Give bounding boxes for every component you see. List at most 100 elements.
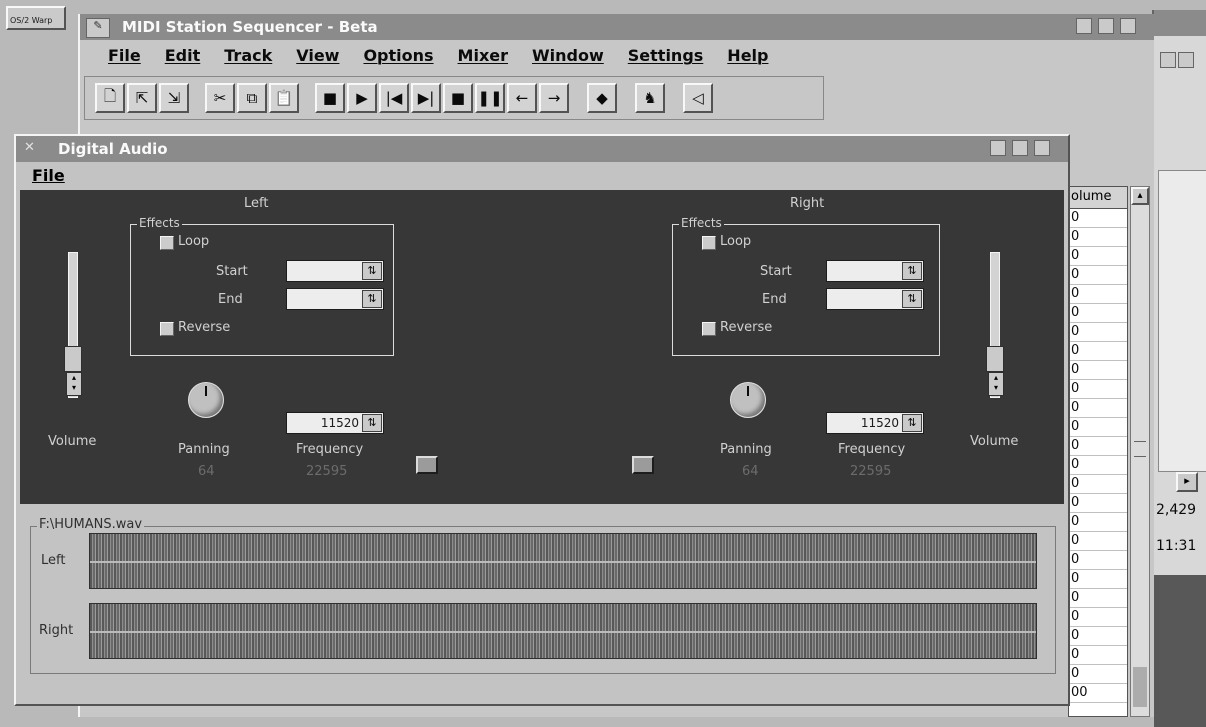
- left-end-spin-icon[interactable]: ⇅: [362, 290, 382, 308]
- open-file-icon[interactable]: ⇱: [127, 83, 157, 113]
- menu-track[interactable]: Track: [224, 46, 272, 65]
- menu-settings[interactable]: Settings: [628, 46, 704, 65]
- track-volume-cell[interactable]: 0: [1069, 285, 1127, 304]
- track-volume-cell[interactable]: 0: [1069, 551, 1127, 570]
- restore-icon[interactable]: [1098, 18, 1114, 34]
- rewind-icon[interactable]: |◀: [379, 83, 409, 113]
- keyboard-icon[interactable]: ♞: [635, 83, 665, 113]
- menu-options[interactable]: Options: [363, 46, 433, 65]
- left-end-field[interactable]: ⇅: [286, 288, 384, 310]
- left-frequency-field[interactable]: 11520 ⇅: [286, 412, 384, 434]
- background-scroll-right-icon[interactable]: ▸: [1176, 472, 1198, 492]
- background-restore-icon[interactable]: [1160, 52, 1176, 68]
- step-forward-icon[interactable]: →: [539, 83, 569, 113]
- system-menu-icon[interactable]: ✎: [86, 18, 110, 38]
- restore-icon[interactable]: [1012, 140, 1028, 156]
- column-header-volume[interactable]: olume: [1069, 187, 1127, 209]
- os2-badge[interactable]: OS/2 Warp: [6, 6, 66, 30]
- waveform-right[interactable]: [89, 603, 1037, 659]
- track-volume-cell[interactable]: 0: [1069, 266, 1127, 285]
- paste-icon[interactable]: 📋: [269, 83, 299, 113]
- scroll-thumb[interactable]: [1133, 667, 1147, 707]
- background-window-titlebar: [1154, 10, 1206, 36]
- menu-window[interactable]: Window: [532, 46, 604, 65]
- system-menu-icon[interactable]: ✕: [24, 140, 42, 158]
- minimize-icon[interactable]: [990, 140, 1006, 156]
- track-volume-cell[interactable]: 0: [1069, 361, 1127, 380]
- background-value-1: 2,429: [1156, 502, 1197, 518]
- track-volume-cell[interactable]: 0: [1069, 475, 1127, 494]
- maximize-icon[interactable]: [1120, 18, 1136, 34]
- right-end-spin-icon[interactable]: ⇅: [902, 290, 922, 308]
- track-volume-cell[interactable]: 0: [1069, 342, 1127, 361]
- track-volume-cell[interactable]: 0: [1069, 570, 1127, 589]
- track-volume-cell[interactable]: 0: [1069, 646, 1127, 665]
- track-volume-cell[interactable]: 0: [1069, 304, 1127, 323]
- step-back-icon[interactable]: ←: [507, 83, 537, 113]
- left-start-spin-icon[interactable]: ⇅: [362, 262, 382, 280]
- track-volume-cell[interactable]: 0: [1069, 494, 1127, 513]
- right-frequency-value: 22595: [850, 464, 892, 479]
- right-frequency-spin-icon[interactable]: ⇅: [902, 414, 922, 432]
- track-volume-cell[interactable]: 0: [1069, 418, 1127, 437]
- minimize-icon[interactable]: [1076, 18, 1092, 34]
- track-volume-cell[interactable]: 0: [1069, 456, 1127, 475]
- metronome-icon[interactable]: ◆: [587, 83, 617, 113]
- track-scrollbar[interactable]: ▴: [1130, 186, 1150, 717]
- track-volume-cell[interactable]: 0: [1069, 228, 1127, 247]
- background-maximize-icon[interactable]: [1178, 52, 1194, 68]
- left-volume-handle[interactable]: [64, 346, 82, 372]
- fast-forward-icon[interactable]: ▶|: [411, 83, 441, 113]
- right-panning-knob[interactable]: [730, 382, 766, 418]
- track-volume-cell[interactable]: 0: [1069, 380, 1127, 399]
- track-volume-cell[interactable]: 0: [1069, 323, 1127, 342]
- track-volume-cell[interactable]: 0: [1069, 209, 1127, 228]
- speaker-icon[interactable]: ◁: [683, 83, 713, 113]
- menu-help[interactable]: Help: [727, 46, 768, 65]
- track-volume-cell[interactable]: 0: [1069, 589, 1127, 608]
- left-start-field[interactable]: ⇅: [286, 260, 384, 282]
- right-channel-button[interactable]: [632, 456, 654, 474]
- save-file-icon[interactable]: ⇲: [159, 83, 189, 113]
- scroll-up-icon[interactable]: ▴: [1131, 187, 1149, 205]
- track-volume-cell[interactable]: 0: [1069, 513, 1127, 532]
- left-volume-spin-icon[interactable]: ▴ ▾: [66, 372, 82, 396]
- track-volume-cell[interactable]: 0: [1069, 608, 1127, 627]
- track-volume-cell[interactable]: 0: [1069, 247, 1127, 266]
- right-end-field[interactable]: ⇅: [826, 288, 924, 310]
- left-panning-knob[interactable]: [188, 382, 224, 418]
- track-volume-cell[interactable]: 0: [1069, 665, 1127, 684]
- track-volume-cell[interactable]: 0: [1069, 532, 1127, 551]
- right-reverse-checkbox[interactable]: [702, 322, 716, 336]
- maximize-icon[interactable]: [1034, 140, 1050, 156]
- play-icon[interactable]: ▶: [347, 83, 377, 113]
- right-volume-spin-icon[interactable]: ▴ ▾: [988, 372, 1004, 396]
- menu-edit[interactable]: Edit: [165, 46, 201, 65]
- stop-icon[interactable]: ■: [443, 83, 473, 113]
- right-frequency-field[interactable]: 11520 ⇅: [826, 412, 924, 434]
- menu-view[interactable]: View: [296, 46, 339, 65]
- waveform-right-label: Right: [39, 623, 74, 638]
- right-volume-handle[interactable]: [986, 346, 1004, 372]
- digital-audio-menu-file[interactable]: File: [32, 166, 65, 185]
- track-volume-column: olume 0 0 0 0 0 0 0 0 0 0 0 0 0 0 0 0 0 0 0 0 0 0 0 0 0 00: [1068, 186, 1128, 717]
- left-channel-button[interactable]: [416, 456, 438, 474]
- waveform-left[interactable]: [89, 533, 1037, 589]
- track-volume-cell[interactable]: 0: [1069, 437, 1127, 456]
- track-volume-cell[interactable]: 0: [1069, 399, 1127, 418]
- copy-icon[interactable]: ⧉: [237, 83, 267, 113]
- track-volume-cell[interactable]: 00: [1069, 684, 1127, 703]
- cut-icon[interactable]: ✂: [205, 83, 235, 113]
- record-icon[interactable]: ■: [315, 83, 345, 113]
- left-frequency-spin-icon[interactable]: ⇅: [362, 414, 382, 432]
- left-loop-checkbox[interactable]: [160, 236, 174, 250]
- track-volume-cell[interactable]: 0: [1069, 627, 1127, 646]
- menu-file[interactable]: File: [108, 46, 141, 65]
- pause-icon[interactable]: ❚❚: [475, 83, 505, 113]
- right-start-spin-icon[interactable]: ⇅: [902, 262, 922, 280]
- right-start-field[interactable]: ⇅: [826, 260, 924, 282]
- new-file-icon[interactable]: 🗋: [95, 83, 125, 113]
- left-reverse-checkbox[interactable]: [160, 322, 174, 336]
- menu-mixer[interactable]: Mixer: [458, 46, 508, 65]
- right-loop-checkbox[interactable]: [702, 236, 716, 250]
